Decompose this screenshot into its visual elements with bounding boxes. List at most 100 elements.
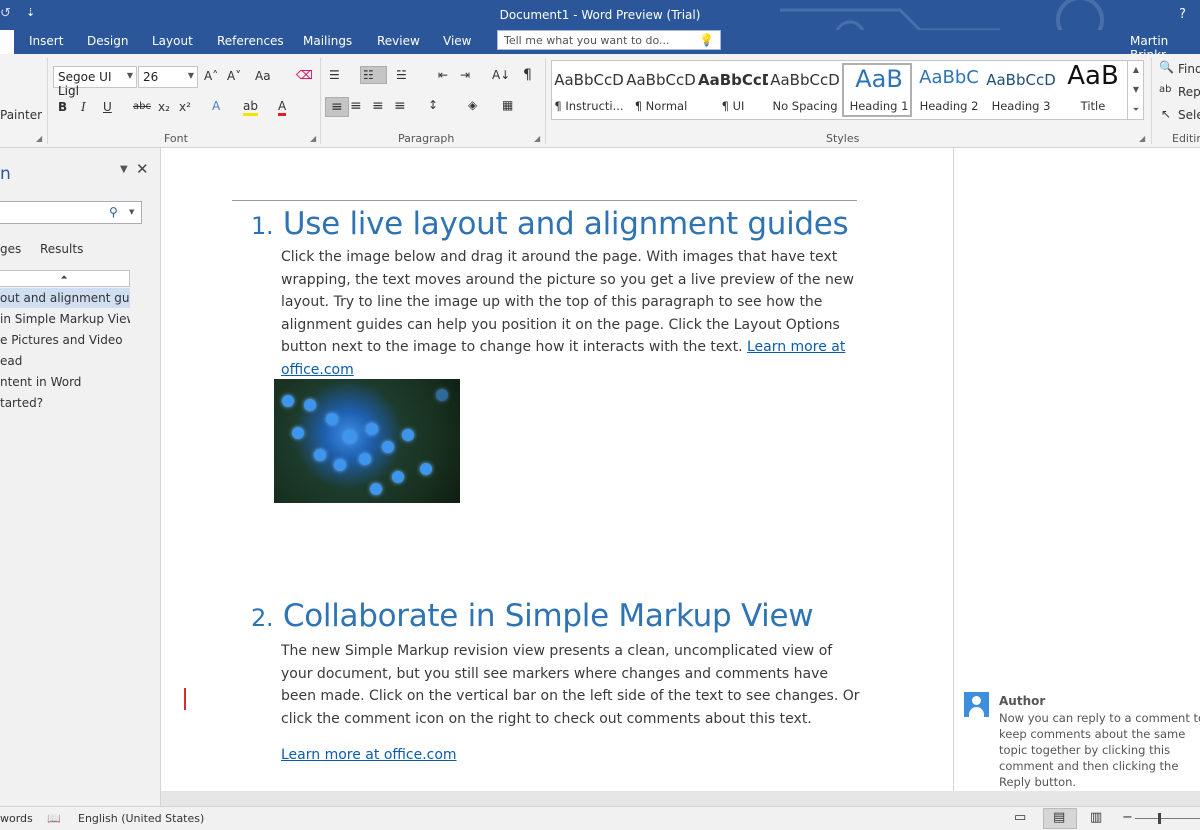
ribbon: Painter ◢ Segoe UI Ligl ▼ 26 ▼ A˄ A˅ Aa … bbox=[0, 54, 1200, 148]
increase-indent-button[interactable]: ⇥ bbox=[460, 68, 470, 82]
tab-layout[interactable]: Layout bbox=[152, 34, 193, 48]
chevron-up-icon[interactable]: ▲ bbox=[1128, 60, 1144, 80]
style-heading-1[interactable]: AaB Heading 1 bbox=[842, 63, 912, 117]
sort-button[interactable]: A↓ bbox=[492, 68, 510, 82]
change-case-button[interactable]: Aa bbox=[255, 69, 271, 83]
zoom-out-button[interactable]: − bbox=[1122, 810, 1133, 825]
superscript-button[interactable]: x² bbox=[179, 100, 191, 114]
style-name: Title bbox=[1080, 99, 1106, 113]
clear-formatting-button[interactable]: ⌫ bbox=[296, 68, 313, 82]
italic-button[interactable]: I bbox=[81, 100, 86, 114]
paragraph-launcher-icon[interactable]: ◢ bbox=[534, 134, 540, 143]
multilevel-list-button[interactable]: ☱ bbox=[396, 68, 407, 82]
learn-more-link[interactable]: Learn more at office.com bbox=[281, 747, 457, 763]
show-marks-button[interactable]: ¶ bbox=[523, 67, 532, 83]
select-cursor-icon: ↖ bbox=[1161, 107, 1172, 121]
help-icon[interactable]: ? bbox=[1179, 7, 1186, 22]
language-indicator[interactable]: English (United States) bbox=[78, 812, 204, 825]
shading-button[interactable]: ◈ bbox=[468, 98, 477, 112]
subscript-button[interactable]: x₂ bbox=[158, 100, 170, 114]
group-separator bbox=[1151, 58, 1152, 144]
font-size-combo[interactable]: 26 ▼ bbox=[138, 66, 198, 88]
zoom-slider-thumb[interactable] bbox=[1158, 813, 1161, 824]
revision-change-bar[interactable] bbox=[184, 688, 186, 710]
text-effects-button[interactable]: A bbox=[212, 99, 220, 113]
align-left-button[interactable]: ≡ bbox=[325, 97, 349, 117]
bullets-button[interactable]: ☰ bbox=[329, 68, 340, 82]
nav-heading-item[interactable]: e Pictures and Video bbox=[0, 330, 130, 350]
underline-button[interactable]: U bbox=[103, 100, 112, 114]
style-title[interactable]: AaB Title bbox=[1058, 61, 1128, 117]
word-count[interactable]: words bbox=[0, 812, 33, 825]
replace-button[interactable]: Repl bbox=[1178, 85, 1200, 99]
tab-design[interactable]: Design bbox=[87, 34, 128, 48]
tab-home[interactable] bbox=[0, 30, 14, 54]
tab-results[interactable]: Results bbox=[40, 242, 83, 256]
font-name-combo[interactable]: Segoe UI Ligl ▼ bbox=[53, 66, 137, 98]
borders-button[interactable]: ▦ bbox=[502, 98, 513, 112]
style-normal[interactable]: AaBbCcD ¶ Normal bbox=[626, 63, 696, 117]
chevron-down-icon[interactable]: ▼ bbox=[129, 208, 134, 216]
zoom-slider[interactable] bbox=[1135, 818, 1200, 819]
nav-heading-item[interactable]: ead bbox=[0, 351, 130, 371]
style-ui[interactable]: AaBbCcD ¶ UI bbox=[698, 63, 768, 117]
style-name: Heading 3 bbox=[991, 99, 1051, 113]
style-name: Heading 2 bbox=[919, 99, 979, 113]
line-spacing-button[interactable]: ↕ bbox=[428, 98, 438, 112]
style-sample: AaBbCcD bbox=[770, 71, 840, 89]
nav-heading-item[interactable]: ntent in Word bbox=[0, 372, 130, 392]
strikethrough-button[interactable]: abc bbox=[133, 101, 151, 112]
nav-heading-item[interactable]: tarted? bbox=[0, 393, 130, 413]
section-1-heading[interactable]: 1. Use live layout and alignment guides bbox=[251, 206, 849, 242]
tab-pages[interactable]: ges bbox=[0, 242, 21, 256]
flower-image[interactable] bbox=[274, 379, 460, 503]
read-mode-icon[interactable]: ▭ bbox=[1014, 810, 1026, 825]
navigation-search-input[interactable]: ⚲ ▼ bbox=[0, 201, 142, 224]
heading-number: 2. bbox=[251, 604, 274, 632]
font-launcher-icon[interactable]: ◢ bbox=[310, 134, 316, 143]
tab-mailings[interactable]: Mailings bbox=[303, 34, 352, 48]
chevron-down-icon: ▼ bbox=[187, 71, 194, 80]
bold-button[interactable]: B bbox=[58, 100, 67, 114]
tab-insert[interactable]: Insert bbox=[29, 34, 63, 48]
style-no-spacing[interactable]: AaBbCcD No Spacing bbox=[770, 63, 840, 117]
tab-review[interactable]: Review bbox=[377, 34, 420, 48]
collapse-headings-icon[interactable]: ⏶ bbox=[0, 270, 130, 287]
tab-view[interactable]: View bbox=[443, 34, 471, 48]
proofing-icon[interactable]: 📖 bbox=[47, 812, 61, 825]
font-color-button[interactable]: A bbox=[278, 99, 287, 116]
close-icon[interactable]: ✕ bbox=[136, 160, 149, 178]
styles-launcher-icon[interactable]: ◢ bbox=[1139, 134, 1145, 143]
grow-font-button[interactable]: A˄ bbox=[204, 69, 218, 83]
more-styles-icon[interactable]: ⏷ bbox=[1128, 100, 1144, 120]
web-layout-icon[interactable]: ▥ bbox=[1090, 810, 1102, 825]
nav-heading-item[interactable]: out and alignment gui... bbox=[0, 288, 130, 308]
format-painter-button[interactable]: Painter bbox=[0, 108, 42, 122]
align-center-button[interactable]: ≡ bbox=[350, 98, 362, 114]
style-heading-2[interactable]: AaBbC Heading 2 bbox=[914, 63, 984, 117]
section-2-paragraph[interactable]: The new Simple Markup revision view pres… bbox=[281, 640, 861, 730]
section-2-heading[interactable]: 2. Collaborate in Simple Markup View bbox=[251, 598, 814, 634]
style-instructions[interactable]: AaBbCcD ¶ Instructi... bbox=[554, 63, 624, 117]
section-1-paragraph[interactable]: Click the image below and drag it around… bbox=[281, 246, 861, 381]
tell-me-search[interactable]: Tell me what you want to do... 💡 bbox=[497, 30, 721, 50]
group-separator bbox=[545, 58, 546, 144]
align-right-button[interactable]: ≡ bbox=[372, 98, 384, 114]
find-button[interactable]: Find bbox=[1178, 62, 1200, 76]
shrink-font-button[interactable]: A˅ bbox=[227, 69, 241, 83]
justify-button[interactable]: ≡ bbox=[394, 98, 406, 114]
select-button[interactable]: Sele bbox=[1178, 108, 1200, 122]
highlight-color-button[interactable]: ab bbox=[243, 99, 258, 116]
tab-references[interactable]: References bbox=[217, 34, 284, 48]
chevron-down-icon[interactable]: ▼ bbox=[1128, 80, 1144, 100]
document-area: 1. Use live layout and alignment guides … bbox=[161, 148, 1200, 806]
search-icon[interactable]: ⚲ bbox=[109, 205, 118, 219]
styles-gallery-scroll[interactable]: ▲ ▼ ⏷ bbox=[1127, 60, 1144, 120]
decrease-indent-button[interactable]: ⇤ bbox=[438, 68, 448, 82]
document-page[interactable]: 1. Use live layout and alignment guides … bbox=[161, 148, 953, 791]
chevron-down-icon[interactable]: ▼ bbox=[120, 164, 128, 175]
clipboard-launcher-icon[interactable]: ◢ bbox=[36, 134, 42, 143]
nav-heading-item[interactable]: in Simple Markup View bbox=[0, 309, 130, 329]
numbering-button[interactable]: ☷ bbox=[360, 66, 387, 84]
style-heading-3[interactable]: AaBbCcD Heading 3 bbox=[986, 63, 1056, 117]
